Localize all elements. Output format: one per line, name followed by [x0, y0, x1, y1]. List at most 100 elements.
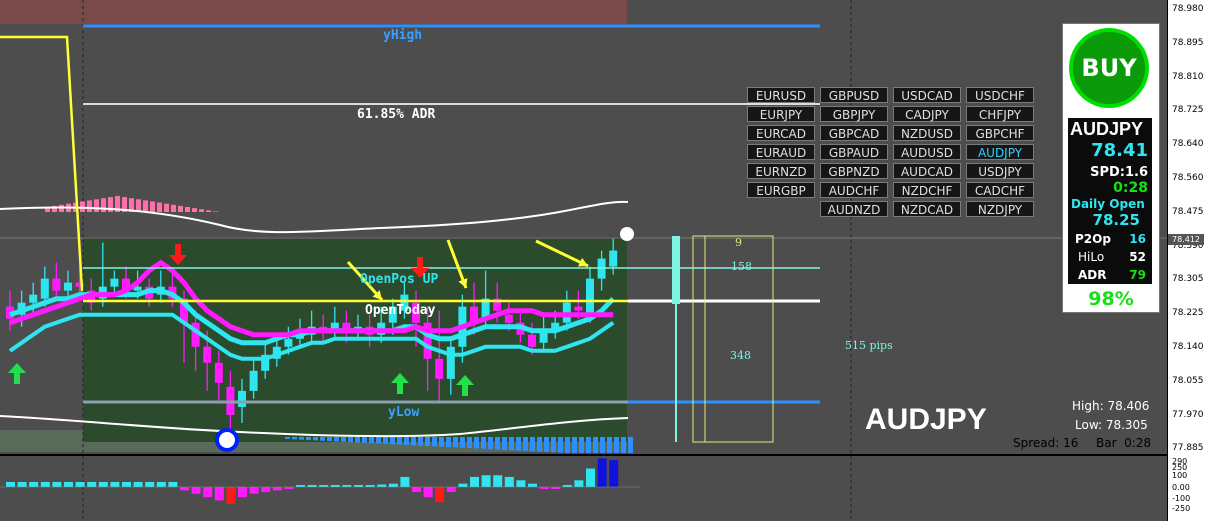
adr-low-bar — [600, 437, 605, 453]
adr-hist-bar — [199, 209, 204, 212]
pair-button-eurcad[interactable]: EURCAD — [747, 125, 815, 141]
candle-body — [110, 278, 119, 287]
pair-button-audcad[interactable]: AUDCAD — [893, 163, 961, 179]
histogram-bar — [122, 481, 131, 487]
candle-body — [574, 306, 583, 311]
adr-low-bar — [432, 437, 437, 447]
adr-low-bar — [327, 437, 332, 442]
pair-button-usdcad[interactable]: USDCAD — [893, 87, 961, 103]
panel-price: 78.41 — [1091, 140, 1148, 161]
panel-hilo-value: 52 — [1129, 250, 1146, 264]
pair-button-euraud[interactable]: EURAUD — [747, 144, 815, 160]
open-pos-label: OpenPos UP — [360, 272, 439, 287]
pair-button-gbpaud[interactable]: GBPAUD — [820, 144, 888, 160]
histogram-bar — [52, 481, 62, 487]
pair-button-audjpy[interactable]: AUDJPY — [966, 144, 1034, 160]
histogram-bar — [516, 480, 526, 487]
pair-button-eurjpy[interactable]: EURJPY — [747, 106, 815, 122]
adr-low-bar — [593, 437, 598, 453]
adr-low-bar — [621, 437, 626, 453]
histogram-bar — [110, 481, 120, 487]
adr-low-bar — [313, 437, 318, 441]
adr-hist-bar — [206, 210, 211, 212]
pair-button-gbpchf[interactable]: GBPCHF — [966, 125, 1034, 141]
pair-button-nzdchf[interactable]: NZDCHF — [893, 182, 961, 198]
pair-button-eurusd[interactable]: EURUSD — [747, 87, 815, 103]
adr-low-bar — [488, 437, 493, 450]
histogram-bar — [597, 458, 607, 487]
adr-hist-bar — [150, 201, 155, 212]
adr-low-bar — [418, 437, 423, 446]
histogram-bar — [446, 487, 456, 493]
pair-button-gbpcad[interactable]: GBPCAD — [820, 125, 888, 141]
pair-button-usdchf[interactable]: USDCHF — [966, 87, 1034, 103]
price-axis-tick: 77.970 — [1172, 409, 1204, 420]
pair-button-audchf[interactable]: AUDCHF — [820, 182, 888, 198]
adr-low-bar — [285, 437, 290, 439]
pair-button-cadjpy[interactable]: CADJPY — [893, 106, 961, 122]
adr-low-bar — [369, 437, 374, 444]
adr-low-bar — [453, 437, 458, 448]
candle-body — [609, 250, 618, 267]
histogram-bar — [586, 468, 595, 487]
prev-day-high-zone — [0, 0, 627, 24]
adr-low-bar — [320, 437, 325, 441]
pair-button-usdjpy[interactable]: USDJPY — [966, 163, 1034, 179]
histogram-bar — [458, 483, 468, 487]
adr-low-bar — [390, 437, 395, 445]
day-high-text: High: 78.406 — [1072, 399, 1150, 413]
histogram-bar — [6, 481, 15, 487]
pair-button-eurgbp[interactable]: EURGBP — [747, 182, 815, 198]
candle-body — [504, 314, 513, 323]
adr-low-bar — [376, 437, 381, 444]
histogram-bar — [342, 485, 352, 487]
histogram-bar — [377, 484, 387, 487]
histogram-bar — [354, 485, 363, 487]
buy-signal-button[interactable]: BUY — [1069, 28, 1149, 108]
histogram-bar — [551, 487, 561, 489]
adr-low-bar — [299, 437, 304, 440]
panel-p2op-value: 16 — [1129, 232, 1146, 246]
bar-timer-text: Bar 0:28 — [1096, 436, 1152, 450]
pair-button-gbpnzd[interactable]: GBPNZD — [820, 163, 888, 179]
histogram-bar — [307, 485, 317, 487]
adr-low-bar — [544, 437, 549, 452]
adr-hist-bar — [143, 200, 148, 212]
adr-low-bar — [341, 437, 346, 442]
pair-button-chfjpy[interactable]: CHFJPY — [966, 106, 1034, 122]
range-mid-label: 158 — [731, 260, 752, 273]
histogram-bar — [29, 481, 39, 487]
pair-button-gbpusd[interactable]: GBPUSD — [820, 87, 888, 103]
panel-adr-percent: 98% — [1088, 288, 1134, 310]
candle-body — [52, 278, 61, 291]
pair-button-nzdusd[interactable]: NZDUSD — [893, 125, 961, 141]
adr-low-bar — [509, 437, 514, 451]
pair-button-gbpjpy[interactable]: GBPJPY — [820, 106, 888, 122]
pair-button-nzdcad[interactable]: NZDCAD — [893, 201, 961, 217]
candle-body — [64, 282, 72, 291]
panel-spread: SPD:1.6 — [1090, 165, 1148, 180]
price-axis-tick: 77.885 — [1172, 443, 1204, 454]
adr-low-bar — [558, 437, 563, 453]
candle-body — [214, 362, 223, 383]
adr-low-bar — [502, 437, 507, 450]
adr-hist-bar — [87, 200, 92, 212]
adr-low-bar — [446, 437, 451, 448]
price-axis-tick: 78.895 — [1172, 37, 1204, 48]
range-top-label: 9 — [735, 236, 742, 249]
histogram-bar — [481, 475, 491, 487]
histogram-bar — [330, 485, 340, 487]
pair-button-cadchf[interactable]: CADCHF — [966, 182, 1034, 198]
adr-low-bar — [628, 437, 633, 453]
histogram-bar — [98, 481, 108, 487]
pair-button-audusd[interactable]: AUDUSD — [893, 144, 961, 160]
y-low-label: yLow — [388, 405, 420, 420]
pair-button-eurnzd[interactable]: EURNZD — [747, 163, 815, 179]
pair-button-nzdjpy[interactable]: NZDJPY — [966, 201, 1034, 217]
price-axis-tick: 78.055 — [1172, 375, 1204, 386]
pair-button-audnzd[interactable]: AUDNZD — [820, 201, 888, 217]
adr-hist-bar — [185, 207, 190, 212]
histogram-bar — [365, 485, 375, 487]
adr-low-bar — [355, 437, 360, 443]
histogram-bar — [284, 487, 294, 489]
